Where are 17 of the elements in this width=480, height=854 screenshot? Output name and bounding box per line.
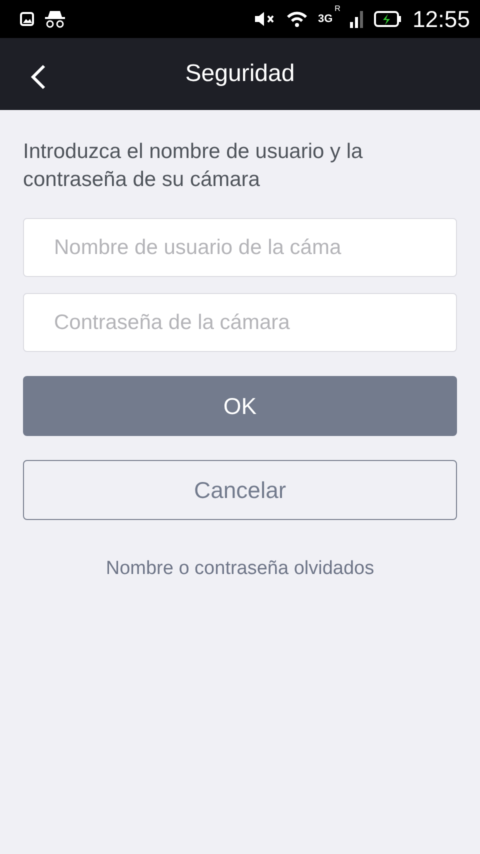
network-type: 3G [318,13,333,25]
incognito-icon [44,10,66,28]
battery-icon [374,11,402,27]
instructions-text: Introduzca el nombre de usuario y la contraseña de su cámara [23,139,364,193]
wifi-icon [286,10,308,28]
input-field[interactable]: Nombre de usuario de la cáma [23,218,457,277]
ok-button[interactable]: OK [23,376,457,436]
clock-time: 12:55 [412,6,470,32]
input-field[interactable]: Contraseña de la cámara [23,293,457,352]
forgot-credentials-link[interactable]: Nombre o contraseña olvidados [106,558,374,580]
back-icon [30,64,46,90]
cancel-button[interactable]: Cancelar [23,460,457,520]
roaming-indicator: R [334,4,340,13]
signal-icon [350,10,364,28]
image-icon [20,12,34,26]
screen-title: Seguridad [185,60,295,88]
mute-icon [254,11,276,27]
